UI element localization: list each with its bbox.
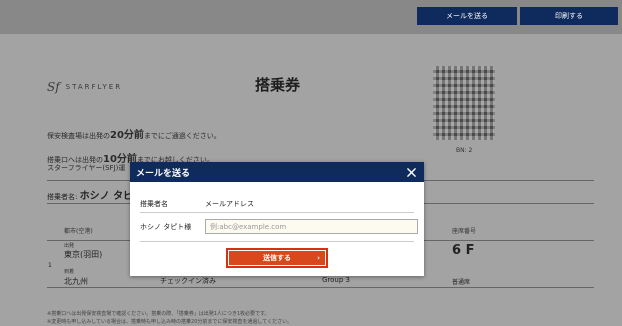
send-button-label: 送信する: [263, 254, 291, 262]
departure-label: 出発: [64, 243, 75, 249]
divider: [47, 287, 594, 288]
qr-code: [433, 66, 495, 140]
send-mail-button[interactable]: メールを送る: [417, 7, 517, 25]
top-toolbar: メールを送る 印刷する: [0, 0, 622, 34]
footnote: ※搭乗口へは出発保安検査場で確認ください。搭乗の際、「搭乗券」は出発1人につき1…: [47, 311, 270, 317]
departure-city: 東京(羽田): [64, 250, 103, 259]
seat-type: 普通席: [452, 279, 471, 286]
arrival-city: 北九州: [64, 277, 88, 286]
dialog-header: メールを送る: [130, 162, 424, 182]
checkin-status: チェックイン済み: [160, 277, 216, 285]
close-icon-glyph: [406, 167, 416, 177]
starflyer-logo: Sf STARFLYER: [47, 80, 122, 94]
send-mail-dialog: メールを送る 搭乗者名 メールアドレス ホシノ タピト様 送信する ›: [130, 162, 424, 276]
send-button-face: 送信する ›: [229, 251, 325, 265]
email-column-label: メールアドレス: [205, 200, 254, 208]
operator-notice: スターフライヤー(SFJ)運: [47, 164, 126, 172]
name-column-label: 搭乗者名: [140, 200, 168, 208]
route-header: 都市(空港): [64, 228, 93, 235]
email-field[interactable]: [205, 219, 418, 234]
divider: [140, 212, 414, 213]
chevron-right-icon: ›: [317, 254, 320, 262]
passenger-name: ホシノ タピト様: [140, 223, 192, 231]
logo-mark: Sf: [47, 80, 60, 94]
dialog-title: メールを送る: [136, 168, 191, 179]
close-icon[interactable]: [404, 165, 418, 179]
send-button[interactable]: 送信する ›: [226, 248, 328, 268]
footnote: ※変更時も申し込みしている場合は、搭乗時も申し込み時の搭乗20分前までに保安検査…: [47, 319, 293, 325]
bn-number: BN: 2: [456, 147, 473, 154]
print-button[interactable]: 印刷する: [520, 7, 618, 25]
boarding-group: Group 3: [322, 276, 350, 284]
logo-text: STARFLYER: [65, 83, 123, 91]
row-number: 1: [48, 262, 52, 269]
seat-header: 座席番号: [452, 228, 477, 235]
security-notice: 保安検査場は出発の20分前までにご通過ください。: [47, 130, 221, 141]
divider: [140, 241, 414, 242]
passenger-name-row: 搭乗者名: ホシノ タピ: [47, 191, 134, 202]
page-title: 搭乗券: [255, 76, 301, 94]
arrival-label: 到着: [64, 269, 75, 275]
seat-number: 6 F: [452, 243, 475, 258]
